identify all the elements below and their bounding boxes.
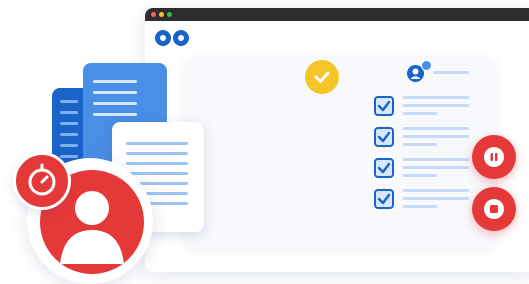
document-review-panel [185,56,495,248]
checklist-line [403,143,437,146]
stop-icon [484,199,504,219]
maximize-dot[interactable] [167,12,172,17]
checklist-line [403,197,469,200]
checklist-line [403,205,437,208]
checkbox-item-1[interactable] [374,96,394,116]
stopwatch-icon [13,152,71,210]
checklist-line [403,158,469,161]
checklist-line [403,166,469,169]
checkbox-item-4[interactable] [374,189,394,209]
checklist-line [403,127,469,130]
pause-icon [484,147,504,167]
window-titlebar [145,8,529,21]
checkmark-icon [305,60,339,94]
close-dot[interactable] [151,12,156,17]
reviewer-name-placeholder [433,71,469,74]
pause-button[interactable] [472,135,516,179]
checklist-line [403,96,469,99]
document-middle-lines [93,80,137,116]
stop-button[interactable] [472,187,516,231]
checklist-line [403,174,437,177]
app-logo-icon [155,30,171,46]
checklist-line [403,189,469,192]
verified-badge-icon [421,60,432,71]
app-logo-icon [173,30,189,46]
checkbox-item-2[interactable] [374,127,394,147]
checklist-line [403,135,469,138]
document-back-lines [60,100,78,158]
checklist-line [403,112,437,115]
checklist-line [403,104,469,107]
minimize-dot[interactable] [159,12,164,17]
checkbox-item-3[interactable] [374,158,394,178]
